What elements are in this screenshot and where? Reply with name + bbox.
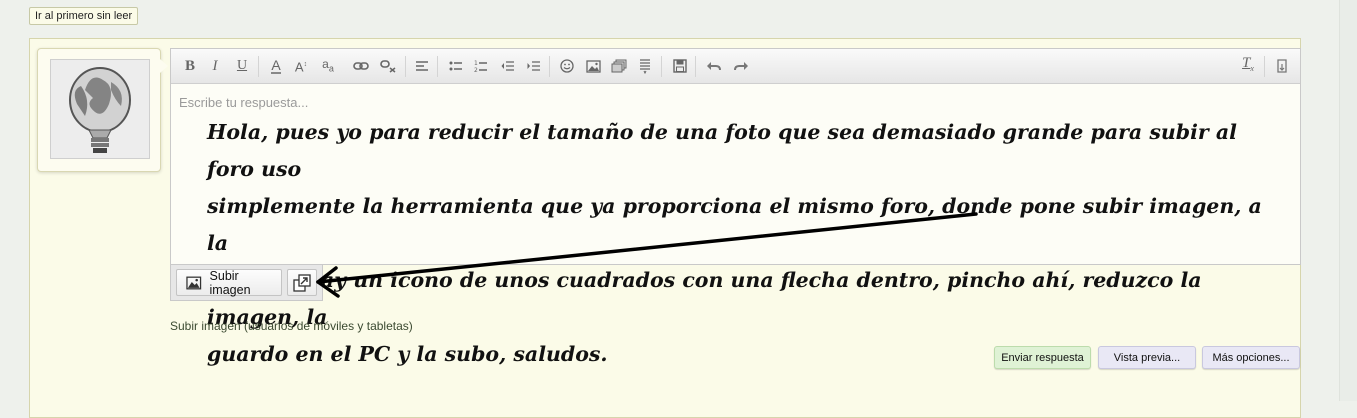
upload-image-button[interactable]: Subir imagen [176,268,282,297]
toolbar-separator [695,56,696,77]
editor-text-area[interactable]: Escribe tu respuesta... Hola, pues yo pa… [171,85,1300,366]
redo-icon[interactable] [732,57,750,75]
editor-toolbar: B I U A A↕ aa 12 Tx [171,49,1300,84]
upload-image-label: Subir imagen [209,268,251,297]
svg-text:1: 1 [474,60,478,67]
bullet-list-icon[interactable] [447,57,465,75]
font-case-icon[interactable]: aa [319,57,337,75]
indent-icon[interactable] [525,57,543,75]
preview-button[interactable]: Vista previa... [1098,346,1196,369]
remove-format-icon[interactable]: Tx [1239,55,1257,75]
mobile-upload-link[interactable]: Subir imagen (usuarios de móviles y tabl… [170,319,413,333]
outdent-icon[interactable] [499,57,517,75]
toolbar-separator [405,56,406,77]
user-avatar-card [37,48,168,172]
italic-icon[interactable]: I [206,57,224,75]
lightbulb-avatar-image [51,60,149,158]
underline-icon[interactable]: U [233,57,251,75]
svg-text:2: 2 [474,67,478,73]
more-options-button[interactable]: Más opciones... [1202,346,1300,369]
font-size-icon[interactable]: A↕ [292,57,310,75]
message-line: Hola, pues yo para reducir el tamaño de … [207,120,1237,181]
undo-icon[interactable] [705,57,723,75]
link-icon[interactable] [352,57,370,75]
attachment-bar: Subir imagen [170,264,323,301]
toolbar-separator [661,56,662,77]
toolbar-separator [1264,56,1265,77]
quote-icon[interactable] [636,57,654,75]
picture-icon [186,276,202,289]
image-icon[interactable] [584,57,602,75]
editor-placeholder: Escribe tu respuesta... [179,95,309,110]
first-unread-button[interactable]: Ir al primero sin leer [29,7,139,25]
media-icon[interactable] [610,57,628,75]
send-reply-button[interactable]: Enviar respuesta [994,346,1091,369]
avatar-pointer [160,59,168,73]
reply-message-text: Hola, pues yo para reducir el tamaño de … [207,114,1277,373]
toggle-source-icon[interactable] [1273,57,1291,75]
text-color-icon[interactable]: A [267,57,285,75]
resize-image-icon [293,273,311,292]
reply-editor: B I U A A↕ aa 12 Tx Escribe tu respuesta… [170,48,1301,366]
numbered-list-icon[interactable]: 12 [472,57,490,75]
toolbar-separator [258,56,259,77]
page-scrollbar[interactable] [1339,0,1357,401]
avatar[interactable] [50,59,150,159]
toolbar-separator [549,56,550,77]
align-icon[interactable] [413,57,431,75]
bold-icon[interactable]: B [181,57,199,75]
unlink-icon[interactable] [379,57,397,75]
message-line: simplemente la herramienta que ya propor… [207,194,1262,255]
resize-image-button[interactable] [287,269,317,296]
save-draft-icon[interactable] [671,57,689,75]
toolbar-separator [437,56,438,77]
smiley-icon[interactable] [558,57,576,75]
